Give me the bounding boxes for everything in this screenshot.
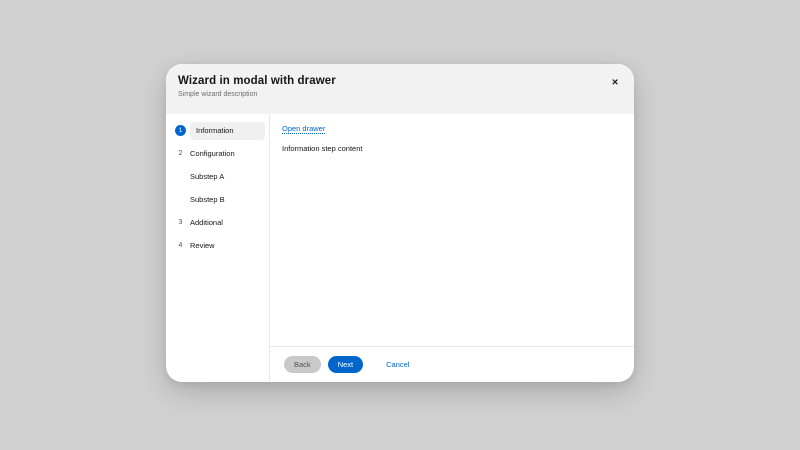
next-button[interactable]: Next <box>328 356 363 373</box>
current-step-number-badge: 1 <box>175 125 186 136</box>
step-content-text: Information step content <box>282 144 622 153</box>
wizard-step-configuration[interactable]: 2 Configuration <box>166 142 269 165</box>
modal-header: Wizard in modal with drawer Simple wizar… <box>166 64 634 114</box>
modal-title: Wizard in modal with drawer <box>178 75 622 87</box>
wizard-step-nav: 1 Information 2 Configuration Substep A … <box>166 114 270 382</box>
modal-body: 1 Information 2 Configuration Substep A … <box>166 114 634 382</box>
wizard-step-additional[interactable]: 3 Additional <box>166 211 269 234</box>
step-number: 2 <box>175 150 186 157</box>
wizard-substep-a[interactable]: Substep A <box>166 165 269 188</box>
wizard-step-review[interactable]: 4 Review <box>166 234 269 257</box>
wizard-step-label: Substep A <box>190 172 224 181</box>
step-number: 3 <box>175 219 186 226</box>
close-icon[interactable]: ✕ <box>608 75 622 89</box>
wizard-step-content: Open drawer Information step content <box>270 114 634 346</box>
wizard-substep-b[interactable]: Substep B <box>166 188 269 211</box>
back-button[interactable]: Back <box>284 356 321 373</box>
step-number: 4 <box>175 242 186 249</box>
wizard-step-label: Substep B <box>190 195 225 204</box>
cancel-button[interactable]: Cancel <box>386 360 409 369</box>
wizard-footer: Back Next Cancel <box>270 346 634 382</box>
wizard-step-information[interactable]: 1 Information <box>166 119 269 142</box>
wizard-step-label: Additional <box>190 218 223 227</box>
wizard-step-label: Configuration <box>190 149 235 158</box>
open-drawer-link[interactable]: Open drawer <box>282 124 325 133</box>
wizard-main-panel: Open drawer Information step content Bac… <box>270 114 634 382</box>
wizard-step-label: Information <box>190 122 265 140</box>
modal-description: Simple wizard description <box>178 91 622 98</box>
wizard-step-label: Review <box>190 241 215 250</box>
wizard-modal: Wizard in modal with drawer Simple wizar… <box>166 64 634 382</box>
